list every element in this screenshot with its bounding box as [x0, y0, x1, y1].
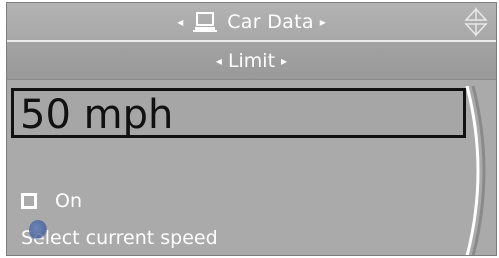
- on-checkbox[interactable]: [21, 193, 37, 209]
- speed-value: 50 mph: [20, 92, 174, 138]
- header-title: Car Data: [227, 10, 314, 33]
- header-bar: ◂ Car Data ▸: [7, 3, 496, 42]
- limit-on-option[interactable]: On: [21, 190, 82, 212]
- up-down-controller-icon: [462, 7, 490, 37]
- content-area: 50 mph On Select current speed: [7, 80, 496, 255]
- right-arrow-icon[interactable]: ▸: [320, 16, 326, 28]
- hint-text: Select current speed: [21, 227, 218, 249]
- speed-value-field[interactable]: 50 mph: [11, 88, 466, 138]
- hint-row: Select current speed: [21, 227, 218, 249]
- limit-label: Limit: [227, 49, 276, 72]
- limit-left-arrow-icon[interactable]: ◂: [216, 55, 222, 67]
- limit-right-arrow-icon[interactable]: ▸: [281, 55, 287, 67]
- on-label: On: [55, 190, 82, 212]
- scroll-arc-icon: [465, 86, 486, 255]
- controller-cursor-icon: [29, 220, 47, 240]
- header-title-group[interactable]: ◂ Car Data ▸: [7, 3, 496, 40]
- limit-selector[interactable]: ◂ Limit ▸: [7, 42, 496, 80]
- computer-icon: [193, 11, 219, 33]
- left-arrow-icon[interactable]: ◂: [177, 16, 183, 28]
- car-data-screen: ◂ Car Data ▸ ◂ Limit ▸ 50 mph On Select …: [6, 2, 497, 256]
